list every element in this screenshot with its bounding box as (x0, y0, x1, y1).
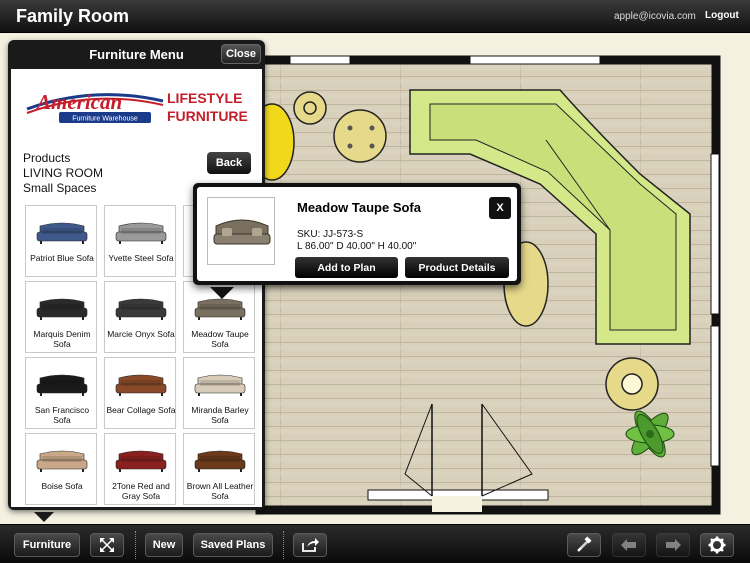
share-button[interactable] (293, 533, 327, 557)
close-menu-button[interactable]: Close (221, 44, 261, 64)
product-tile-name: San Francisco Sofa (34, 405, 90, 425)
product-tile-name: Brown All Leather Sofa (186, 481, 254, 501)
furniture-menu-header: Furniture Menu Close (8, 40, 265, 68)
product-tile-name: Yvette Steel Sofa (108, 253, 174, 263)
product-details-button[interactable]: Product Details (405, 257, 509, 278)
sofa-thumbnail (194, 374, 246, 396)
undo-icon (621, 539, 636, 551)
product-tile[interactable]: Bear Collage Sofa (104, 357, 176, 429)
bottom-toolbar: Furniture New Saved Plans (0, 524, 750, 563)
product-tile[interactable]: Yvette Steel Sofa (104, 205, 176, 277)
menu-pointer (34, 512, 54, 522)
breadcrumb-products[interactable]: Products (23, 151, 103, 166)
product-tile[interactable]: San Francisco Sofa (25, 357, 97, 429)
tools-button[interactable] (567, 533, 601, 557)
redo-icon (666, 539, 681, 551)
saved-plans-button[interactable]: Saved Plans (193, 533, 273, 557)
product-tile-name: Miranda Barley Sofa (191, 405, 249, 425)
popup-product-title: Meadow Taupe Sofa (297, 200, 421, 215)
window (289, 55, 351, 65)
logout-link[interactable]: Logout (705, 10, 739, 21)
top-bar: Family Room apple@icovia.com Logout (0, 0, 750, 33)
new-plan-button[interactable]: New (145, 533, 183, 557)
close-popup-button[interactable]: X (489, 197, 511, 219)
product-tile[interactable]: Marcie Onyx Sofa (104, 281, 176, 353)
product-tile[interactable]: Boise Sofa (25, 433, 97, 505)
fullscreen-button[interactable] (90, 533, 124, 557)
doorway (432, 496, 482, 512)
add-to-plan-button[interactable]: Add to Plan (295, 257, 398, 278)
logo-line1: LIFESTYLE (167, 90, 242, 106)
end-table[interactable] (293, 91, 327, 125)
product-tile-name: 2Tone Red and Gray Sofa (112, 481, 170, 501)
lamp (621, 373, 643, 395)
undo-button[interactable] (612, 533, 646, 557)
logo-line2: FURNITURE (167, 108, 248, 124)
tools-icon (577, 536, 592, 552)
product-tile[interactable]: Brown All Leather Sofa (183, 433, 255, 505)
product-tile-name: Marcie Onyx Sofa (107, 329, 175, 339)
sofa-thumbnail (36, 374, 88, 396)
sofa-thumbnail (115, 298, 167, 320)
sofa-thumbnail (36, 222, 88, 244)
round-ottoman[interactable] (333, 109, 387, 163)
user-email: apple@icovia.com (614, 11, 696, 22)
share-icon (302, 538, 319, 552)
breadcrumb-small-spaces: Small Spaces (23, 181, 97, 195)
sofa-thumbnail (115, 222, 167, 244)
logo-sub-text: Furniture Warehouse (72, 116, 138, 123)
sofa-thumbnail (194, 450, 246, 472)
product-tile[interactable]: 2Tone Red and Gray Sofa (104, 433, 176, 505)
window (710, 325, 720, 467)
popup-product-image (207, 197, 275, 265)
breadcrumb-living-room[interactable]: LIVING ROOM (23, 166, 103, 181)
product-tile[interactable]: Miranda Barley Sofa (183, 357, 255, 429)
logo-brand-text: American (35, 90, 122, 114)
popup-sku: SKU: JJ-573-S (297, 229, 364, 240)
sofa-thumbnail (36, 450, 88, 472)
toolbar-separator (283, 531, 285, 559)
product-tile[interactable]: Marquis Denim Sofa (25, 281, 97, 353)
american-lifestyle-logo[interactable]: American Furniture Warehouse LIFESTYLE F… (23, 79, 253, 129)
sofa-thumbnail (36, 298, 88, 320)
sofa-thumbnail (115, 450, 167, 472)
product-popup: Meadow Taupe Sofa X SKU: JJ-573-S L 86.0… (193, 183, 521, 285)
breadcrumb: Products LIVING ROOM Small Spaces (23, 151, 103, 196)
window (469, 55, 601, 65)
popup-pointer (210, 287, 234, 299)
product-tile-name: Bear Collage Sofa (106, 405, 176, 415)
sofa-thumbnail (115, 374, 167, 396)
product-tile-name: Patriot Blue Sofa (30, 253, 94, 263)
toolbar-separator (135, 531, 137, 559)
product-tile[interactable]: Patriot Blue Sofa (25, 205, 97, 277)
settings-button[interactable] (700, 533, 734, 557)
product-tile-name: Meadow Taupe Sofa (191, 329, 249, 349)
window (710, 153, 720, 315)
popup-dimensions: L 86.00" D 40.00" H 40.00" (297, 241, 417, 252)
gear-icon (708, 536, 726, 554)
room-title: Family Room (16, 6, 130, 26)
product-tile-name: Boise Sofa (41, 481, 83, 491)
back-button[interactable]: Back (207, 152, 251, 174)
redo-button[interactable] (656, 533, 690, 557)
expand-icon (100, 538, 114, 552)
furniture-button[interactable]: Furniture (14, 533, 80, 557)
product-tile-name: Marquis Denim Sofa (33, 329, 91, 349)
